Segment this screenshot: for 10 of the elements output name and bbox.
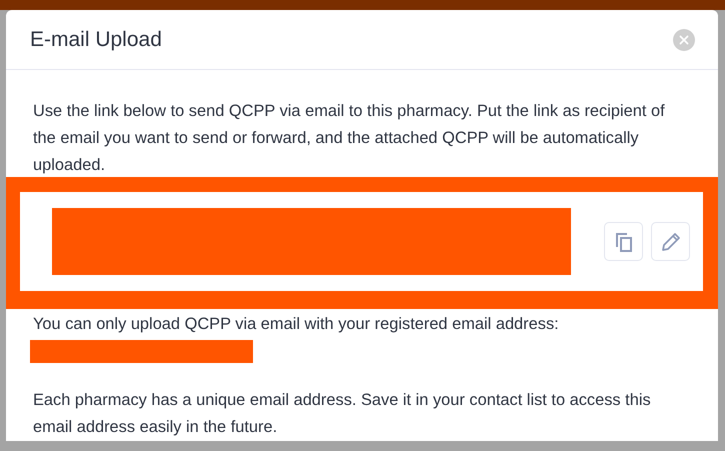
contact-list-note: Each pharmacy has a unique email address. Save it in your contact list to access this email address easily in the future. bbox=[33, 390, 652, 438]
edit-button[interactable] bbox=[651, 222, 690, 261]
close-icon bbox=[679, 34, 689, 44]
copy-icon bbox=[614, 230, 634, 252]
pencil-icon bbox=[660, 230, 682, 252]
modal-title: E-mail Upload bbox=[30, 26, 162, 52]
copy-button[interactable] bbox=[604, 222, 643, 261]
registered-email-note: You can only upload QCPP via email with your registered email address: bbox=[33, 314, 560, 335]
instructions-text: Use the link below to send QCPP via email to this pharmacy. Put the link as recipient of the email you want to send or forward, and the attached QCPP will be automatically uploaded. bbox=[33, 101, 666, 176]
close-button[interactable] bbox=[673, 28, 695, 50]
